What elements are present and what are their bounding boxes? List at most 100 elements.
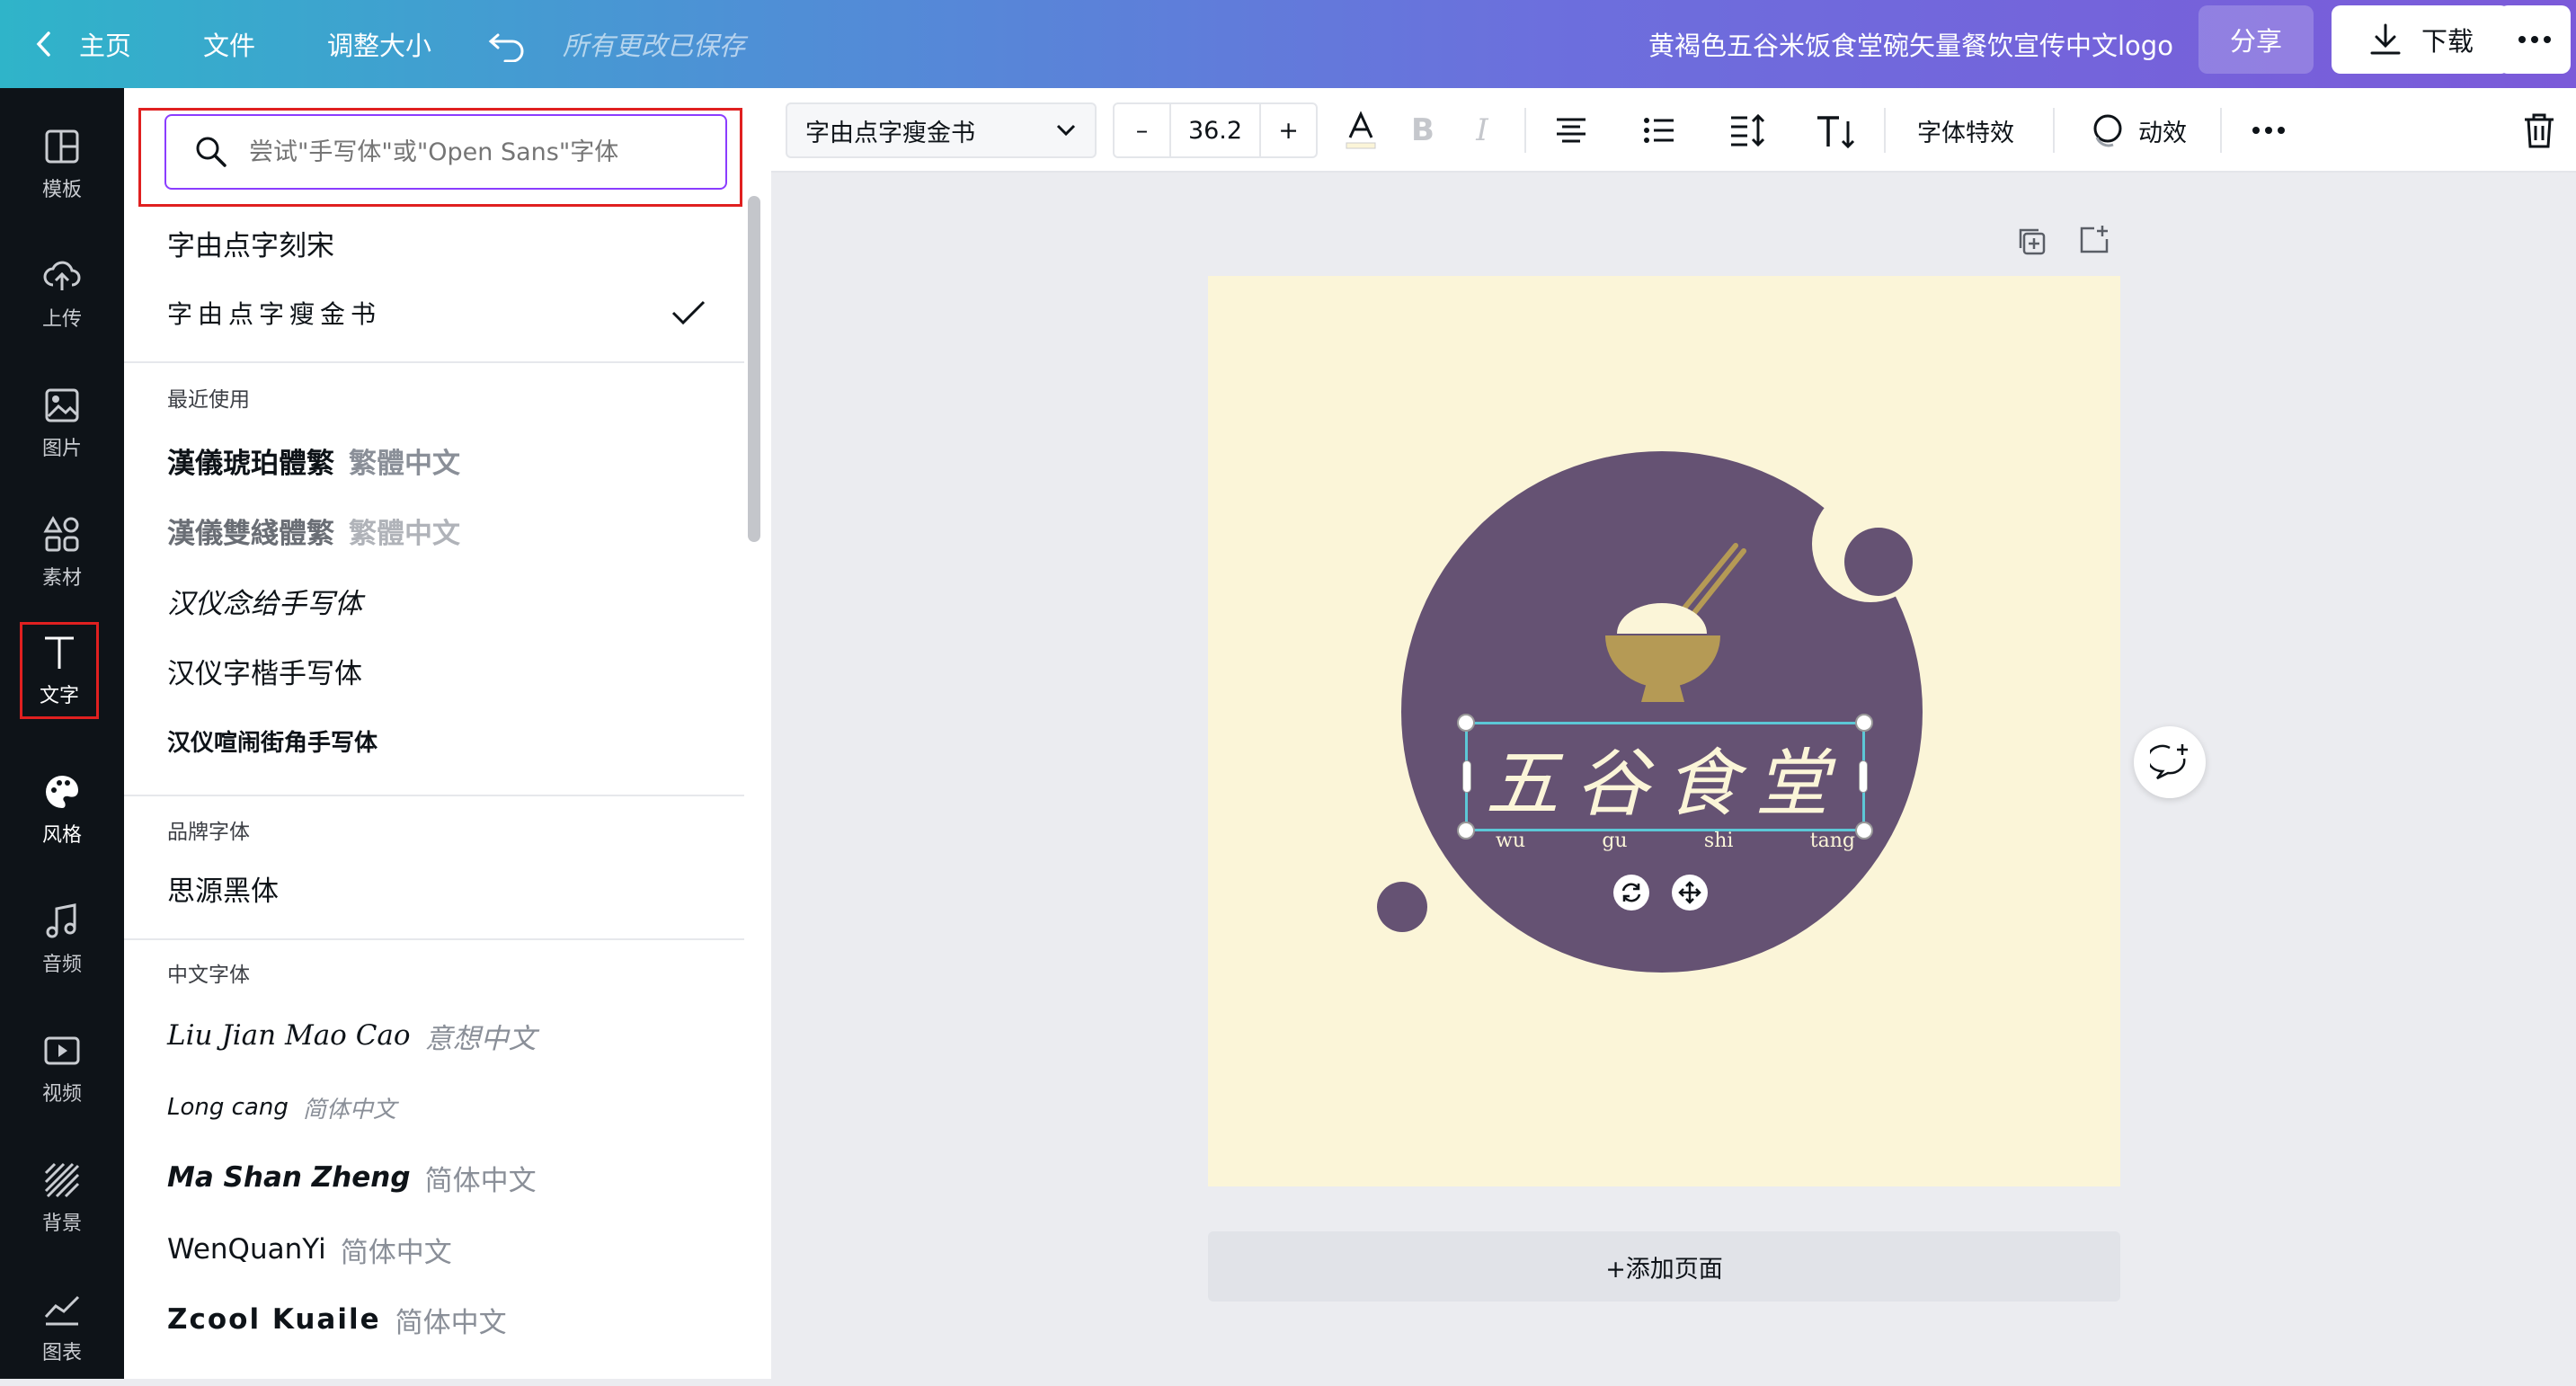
font-item-chinese[interactable]: Zcool Kuaile 简体中文 xyxy=(167,1293,507,1346)
add-page-button[interactable]: +添加页面 xyxy=(1208,1231,2120,1302)
left-rail: 模板 上传 图片 素材 文字 风格 音频 视频 背景 图表 xyxy=(0,88,124,1379)
home-link[interactable]: 主页 xyxy=(34,0,131,88)
rail-item-text[interactable]: 文字 xyxy=(20,622,99,719)
text-selection-box[interactable]: 五谷食堂 xyxy=(1457,714,1873,840)
rail-item-video[interactable]: 视频 xyxy=(0,1010,124,1127)
list-button[interactable] xyxy=(1636,88,1683,173)
resize-handle[interactable] xyxy=(1855,822,1873,840)
font-sample: 意想中文 xyxy=(424,1022,537,1055)
resize-handle[interactable] xyxy=(1859,760,1868,793)
vertical-text-icon xyxy=(1817,116,1855,148)
rail-item-uploads[interactable]: 上传 xyxy=(0,235,124,352)
undo-icon xyxy=(488,33,524,62)
rail-item-templates[interactable]: 模板 xyxy=(0,106,124,223)
text-direction-button[interactable] xyxy=(1812,88,1859,173)
more-toolbar-button[interactable] xyxy=(2243,88,2294,173)
font-item-recent[interactable]: 漢儀琥珀體繁 繁體中文 xyxy=(167,433,460,487)
panel-scrollbar[interactable] xyxy=(748,196,760,542)
rail-label: 上传 xyxy=(41,308,82,331)
font-item-chinese[interactable]: WenQuanYi 简体中文 xyxy=(167,1222,452,1276)
bold-button[interactable]: B xyxy=(1400,88,1445,173)
divider xyxy=(2220,108,2222,153)
font-size-increase-button[interactable]: + xyxy=(1261,117,1316,145)
rail-label: 风格 xyxy=(41,824,82,847)
save-status: 所有更改已保存 xyxy=(563,31,746,61)
font-size-decrease-button[interactable]: – xyxy=(1115,117,1169,145)
font-search-input[interactable] xyxy=(247,137,715,167)
rotate-handle[interactable] xyxy=(1613,875,1649,911)
font-size-stepper: – 36.2 + xyxy=(1113,102,1318,158)
spacing-button[interactable] xyxy=(1724,88,1771,173)
move-icon xyxy=(1678,881,1701,904)
italic-button[interactable]: I xyxy=(1460,88,1505,173)
font-item-recent[interactable]: 汉仪喧闹街角手写体 xyxy=(167,714,378,768)
more-options-button[interactable] xyxy=(2499,5,2571,74)
template-icon xyxy=(45,129,79,164)
logo-title[interactable]: 五谷食堂 xyxy=(1468,724,1862,829)
font-item-kesong[interactable]: 字由点字刻宋 xyxy=(167,216,334,270)
font-item-recent[interactable]: 汉仪念给手写体 xyxy=(167,573,362,627)
resize-handle[interactable] xyxy=(1457,714,1475,732)
divider xyxy=(124,361,744,363)
rail-item-background[interactable]: 背景 xyxy=(0,1140,124,1257)
rail-item-styles[interactable]: 风格 xyxy=(0,751,124,868)
font-size-input[interactable]: 36.2 xyxy=(1168,102,1262,158)
animate-button[interactable]: 动效 xyxy=(2076,88,2197,173)
video-icon xyxy=(44,1036,80,1065)
rail-item-charts[interactable]: 图表 xyxy=(0,1269,124,1386)
resize-handle[interactable] xyxy=(1855,714,1873,732)
chart-icon xyxy=(44,1295,80,1326)
duplicate-page-button[interactable] xyxy=(2015,225,2047,261)
share-button[interactable]: 分享 xyxy=(2198,5,2314,74)
brand-fonts-heading: 品牌字体 xyxy=(167,821,250,844)
resize-handle[interactable] xyxy=(1462,760,1471,793)
chinese-fonts-heading: 中文字体 xyxy=(167,964,250,987)
rail-item-audio[interactable]: 音频 xyxy=(0,881,124,998)
align-button[interactable] xyxy=(1548,88,1594,173)
upload-cloud-icon xyxy=(43,261,81,290)
font-item-chinese[interactable]: Long cang 简体中文 xyxy=(167,1080,396,1134)
font-family-value: 字由点字瘦金书 xyxy=(805,119,975,147)
file-menu[interactable]: 文件 xyxy=(203,0,255,88)
chevron-left-icon xyxy=(36,31,50,57)
rail-item-elements[interactable]: 素材 xyxy=(0,494,124,611)
font-item-brand[interactable]: 思源黑体 xyxy=(167,861,279,915)
resize-menu[interactable]: 调整大小 xyxy=(327,0,431,88)
rail-label: 模板 xyxy=(41,179,82,201)
add-page-icon-button[interactable] xyxy=(2078,223,2110,259)
text-effects-button[interactable]: 字体特效 xyxy=(1898,88,2033,173)
font-search-field[interactable] xyxy=(164,114,727,190)
recent-fonts-heading: 最近使用 xyxy=(167,388,250,412)
accent-dot-small xyxy=(1377,882,1427,932)
bowl-base-icon xyxy=(1641,682,1684,702)
font-item-chinese[interactable]: Ma Shan Zheng 简体中文 xyxy=(167,1151,537,1204)
delete-button[interactable] xyxy=(2517,88,2562,173)
rail-item-photos[interactable]: 图片 xyxy=(0,365,124,482)
font-item-recent[interactable]: 漢儀雙綫體繁 繁體中文 xyxy=(167,503,460,557)
font-name: Liu Jian Mao Cao xyxy=(167,1019,411,1052)
pinyin-label: tang xyxy=(1809,830,1855,852)
design-page[interactable]: 五谷食堂 wu gu shi tang xyxy=(1208,276,2120,1186)
divider xyxy=(1884,108,1886,153)
text-color-button[interactable] xyxy=(1337,88,1384,173)
add-comment-button[interactable] xyxy=(2134,726,2206,798)
text-color-icon xyxy=(1346,111,1376,149)
font-item-recent[interactable]: 汉仪字楷手写体 xyxy=(167,644,362,697)
font-item-shoujinshu[interactable]: 字由点字瘦金书 xyxy=(167,286,706,340)
pinyin-label: wu xyxy=(1496,830,1525,852)
pinyin-label: shi xyxy=(1703,830,1734,852)
line-spacing-icon xyxy=(1731,114,1765,147)
font-item-chinese[interactable]: Liu Jian Mao Cao 意想中文 xyxy=(167,1008,537,1062)
music-note-icon xyxy=(46,903,76,938)
resize-handle[interactable] xyxy=(1457,822,1475,840)
document-title[interactable]: 黄褐色五谷米饭食堂碗矢量餐饮宣传中文logo xyxy=(1648,0,2173,88)
move-handle[interactable] xyxy=(1672,875,1708,911)
font-family-dropdown[interactable]: 字由点字瘦金书 xyxy=(786,102,1097,158)
divider xyxy=(1524,108,1526,153)
undo-button[interactable] xyxy=(487,0,527,88)
font-sample: 简体中文 xyxy=(340,1236,452,1269)
pinyin-label: gu xyxy=(1602,830,1628,852)
font-name: Ma Shan Zheng xyxy=(167,1161,411,1194)
download-button[interactable]: 下载 xyxy=(2332,5,2509,74)
font-name: 漢儀雙綫體繁 xyxy=(167,517,334,550)
